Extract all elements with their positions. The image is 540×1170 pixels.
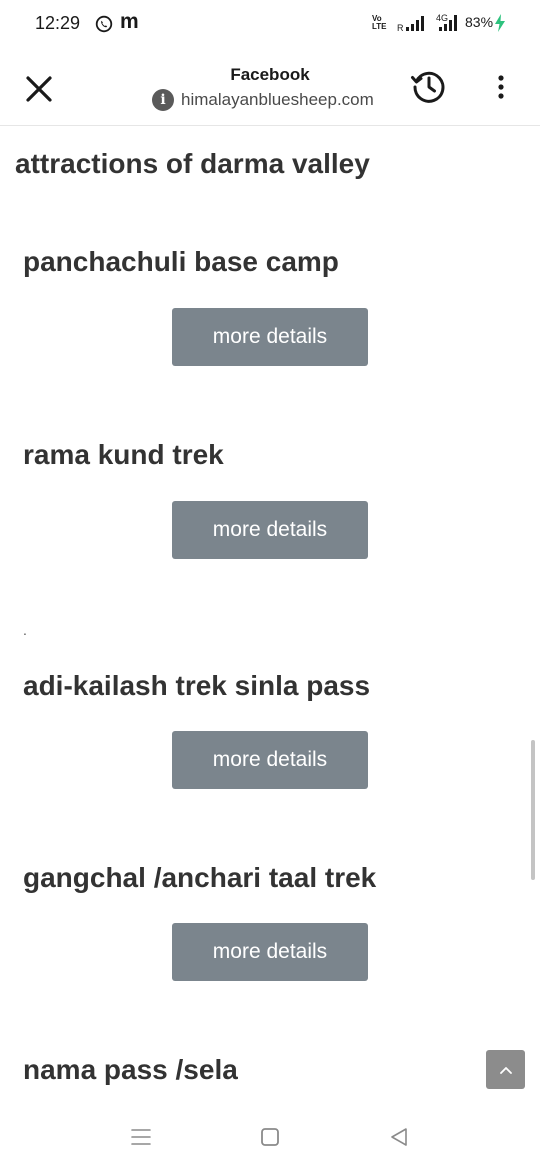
volte-indicator: Vo LTE [372, 14, 387, 31]
url-display[interactable]: i himalayanbluesheep.com [152, 89, 374, 111]
menu-icon[interactable] [130, 1127, 152, 1147]
battery-percent: 83% [465, 14, 494, 30]
more-details-button[interactable]: more details [172, 923, 368, 981]
more-details-button[interactable]: more details [172, 731, 368, 789]
stray-text: . [23, 622, 27, 638]
page-title: Facebook [230, 65, 310, 84]
more-details-button[interactable]: more details [172, 501, 368, 559]
trek-title: rama kund trek [23, 439, 224, 470]
scrollbar[interactable] [531, 740, 535, 880]
chevron-up-icon [499, 1066, 512, 1074]
whatsapp-icon [95, 15, 113, 33]
svg-text:R: R [397, 23, 404, 32]
status-bar: 12:29 m Vo LTE R 4G 83% [0, 0, 540, 48]
trek-title: adi-kailash trek sinla pass [23, 670, 371, 701]
signal-4g-icon: 4G [436, 13, 457, 31]
charging-bolt-icon [495, 14, 505, 32]
more-vert-icon[interactable] [490, 72, 512, 102]
status-time: 12:29 [35, 13, 81, 33]
back-icon[interactable] [388, 1126, 410, 1148]
svg-text:4G: 4G [436, 13, 448, 23]
trek-title: nama pass /sela [23, 1054, 238, 1085]
trek-title: gangchal /anchari taal trek [23, 862, 377, 893]
system-navbar [0, 1110, 540, 1170]
url-text: himalayanbluesheep.com [181, 90, 374, 109]
notification-app-icon: m [120, 10, 139, 33]
back-to-top-button[interactable] [486, 1050, 525, 1089]
trek-title: panchachuli base camp [23, 246, 339, 277]
info-icon[interactable]: i [152, 89, 174, 111]
more-details-button[interactable]: more details [172, 308, 368, 366]
history-icon[interactable] [410, 68, 448, 106]
signal-icon: R [397, 16, 424, 32]
home-icon[interactable] [260, 1127, 280, 1147]
section-heading: attractions of darma valley [15, 148, 370, 179]
browser-topbar: Facebook i himalayanbluesheep.com [0, 48, 540, 126]
